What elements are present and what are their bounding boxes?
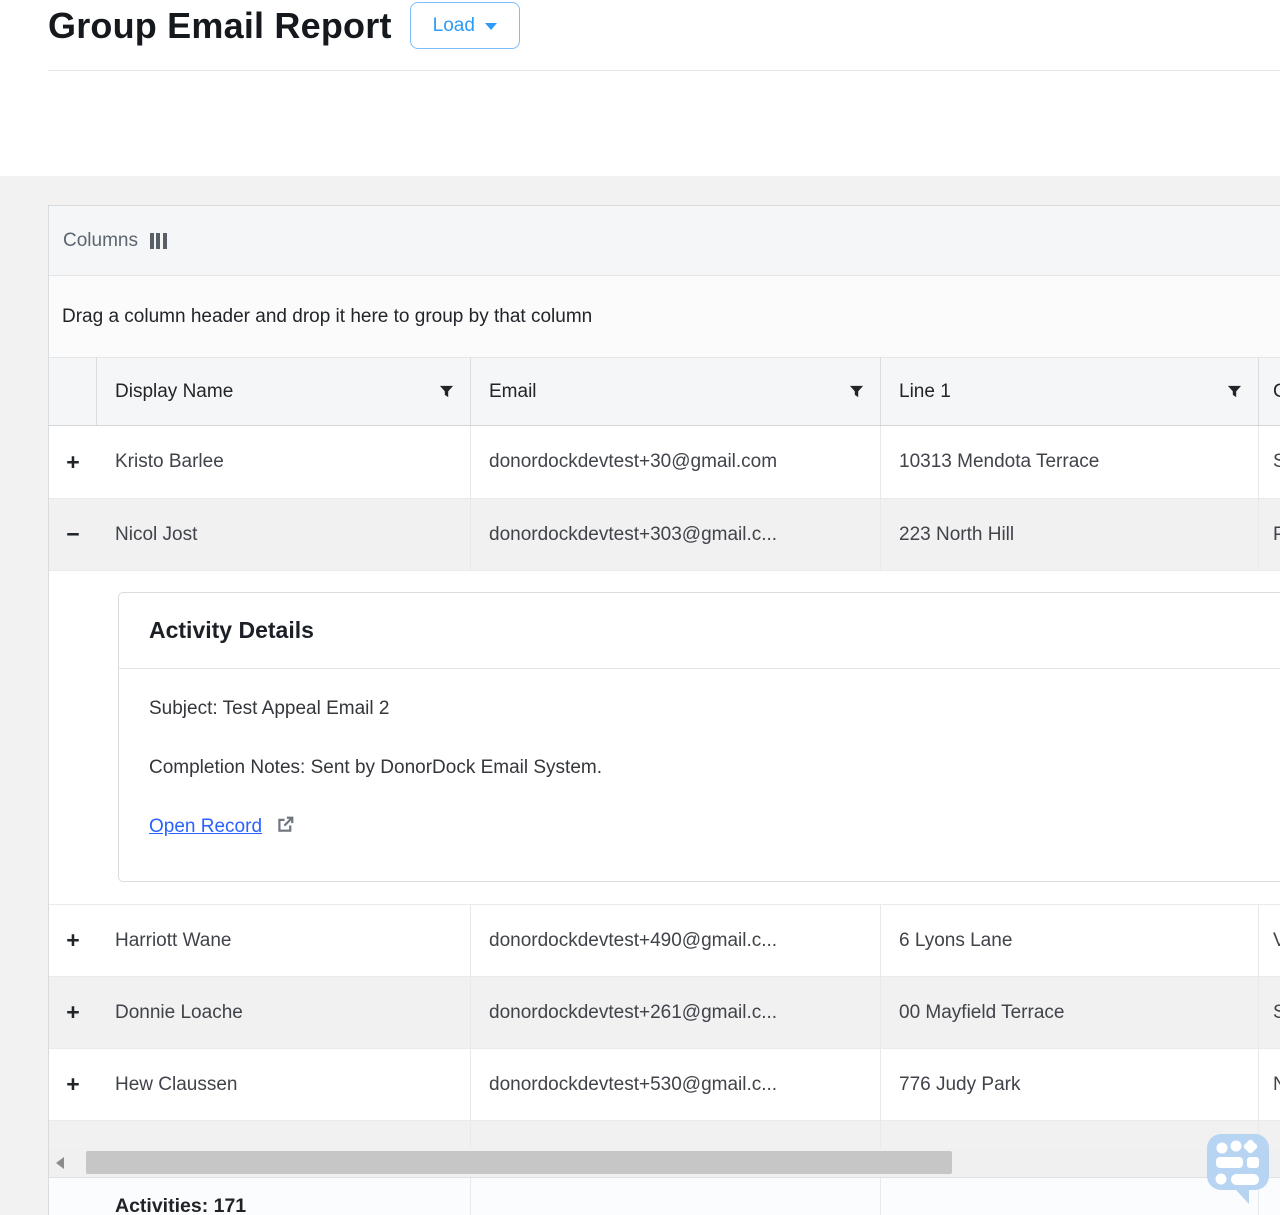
caret-down-icon	[485, 23, 497, 30]
activity-details-card: Activity Details Subject: Test Appeal Em…	[118, 592, 1280, 882]
header-cell-next-column[interactable]: C	[1259, 358, 1280, 425]
page-title: Group Email Report	[48, 5, 392, 47]
table-footer-row: Activities: 171	[49, 1177, 1280, 1215]
filter-funnel-icon[interactable]	[1227, 384, 1242, 399]
group-by-drop-zone: Drag a column header and drop it here to…	[49, 276, 1280, 358]
display-name-cell: Kristo Barlee	[97, 426, 471, 498]
city-cell-partial: N	[1259, 1049, 1280, 1120]
expand-row-button[interactable]: +	[66, 451, 79, 474]
city-cell-partial: S	[1259, 426, 1280, 498]
email-cell: donordockdevtest+303@gmail.c...	[471, 499, 881, 570]
header-cell-line-1[interactable]: Line 1	[881, 358, 1259, 425]
open-record-label: Open Record	[149, 816, 262, 838]
open-record-link[interactable]: Open Record	[149, 813, 297, 841]
display-name-cell: Harriott Wane	[97, 905, 471, 976]
filter-funnel-icon[interactable]	[849, 384, 864, 399]
columns-label: Columns	[63, 230, 138, 252]
expand-row-button[interactable]: +	[66, 929, 79, 952]
table-row: + Harriott Wane donordockdevtest+490@gma…	[49, 904, 1280, 976]
line1-cell: 223 North Hill	[881, 499, 1259, 570]
city-cell-partial: S	[1259, 977, 1280, 1048]
header-divider	[48, 70, 1280, 71]
display-name-cell: Hew Claussen	[97, 1049, 471, 1120]
scroll-left-arrow-icon[interactable]	[49, 1157, 71, 1169]
grid-toolbar: Columns	[49, 206, 1280, 276]
table-row: + Hew Claussen donordockdevtest+530@gmai…	[49, 1048, 1280, 1120]
horizontal-scrollbar[interactable]	[49, 1148, 1280, 1177]
detail-row: Activity Details Subject: Test Appeal Em…	[49, 570, 1280, 904]
load-button[interactable]: Load	[410, 2, 520, 49]
header-cell-display-name[interactable]: Display Name	[97, 358, 471, 425]
table-header-row: Display Name Email Line 1	[49, 358, 1280, 426]
activities-count: Activities: 171	[97, 1178, 471, 1215]
header-label: Display Name	[115, 381, 439, 403]
feedback-chat-icon[interactable]	[1205, 1132, 1271, 1204]
activity-details-title: Activity Details	[149, 617, 314, 643]
header-cell-email[interactable]: Email	[471, 358, 881, 425]
header-label: C	[1273, 381, 1280, 403]
expand-row-button[interactable]: +	[66, 1073, 79, 1096]
header-label: Email	[489, 381, 849, 403]
activity-details-header: Activity Details	[119, 593, 1280, 669]
page-header: Group Email Report Load	[48, 2, 520, 49]
line1-cell: 00 Mayfield Terrace	[881, 977, 1259, 1048]
expander-header-cell	[49, 358, 97, 425]
table-row-clipped	[49, 1120, 1280, 1148]
table-row: − Nicol Jost donordockdevtest+303@gmail.…	[49, 498, 1280, 570]
filter-funnel-icon[interactable]	[439, 384, 454, 399]
display-name-cell: Donnie Loache	[97, 977, 471, 1048]
display-name-cell: Nicol Jost	[97, 499, 471, 570]
email-cell: donordockdevtest+261@gmail.c...	[471, 977, 881, 1048]
collapse-row-button[interactable]: −	[66, 523, 79, 546]
city-cell-partial: P	[1259, 499, 1280, 570]
line1-cell: 10313 Mendota Terrace	[881, 426, 1259, 498]
content-area: Columns Drag a column header and drop it…	[0, 176, 1280, 1215]
expand-row-button[interactable]: +	[66, 1001, 79, 1024]
city-cell-partial: V	[1259, 905, 1280, 976]
email-cell: donordockdevtest+530@gmail.c...	[471, 1049, 881, 1120]
scrollbar-thumb[interactable]	[86, 1151, 952, 1174]
page: Group Email Report Load Columns Drag a c…	[0, 0, 1280, 1215]
grid-panel: Columns Drag a column header and drop it…	[48, 205, 1280, 1215]
columns-icon[interactable]	[150, 233, 167, 249]
email-cell: donordockdevtest+490@gmail.c...	[471, 905, 881, 976]
line1-cell: 6 Lyons Lane	[881, 905, 1259, 976]
external-link-icon	[274, 813, 297, 841]
activity-subject: Subject: Test Appeal Email 2	[149, 696, 1280, 722]
load-button-label: Load	[433, 15, 475, 37]
activity-details-body: Subject: Test Appeal Email 2 Completion …	[119, 669, 1280, 868]
activity-completion-notes: Completion Notes: Sent by DonorDock Emai…	[149, 755, 1280, 781]
header-label: Line 1	[899, 381, 1227, 403]
table-row: + Kristo Barlee donordockdevtest+30@gmai…	[49, 426, 1280, 498]
email-cell: donordockdevtest+30@gmail.com	[471, 426, 881, 498]
line1-cell: 776 Judy Park	[881, 1049, 1259, 1120]
table-row: + Donnie Loache donordockdevtest+261@gma…	[49, 976, 1280, 1048]
